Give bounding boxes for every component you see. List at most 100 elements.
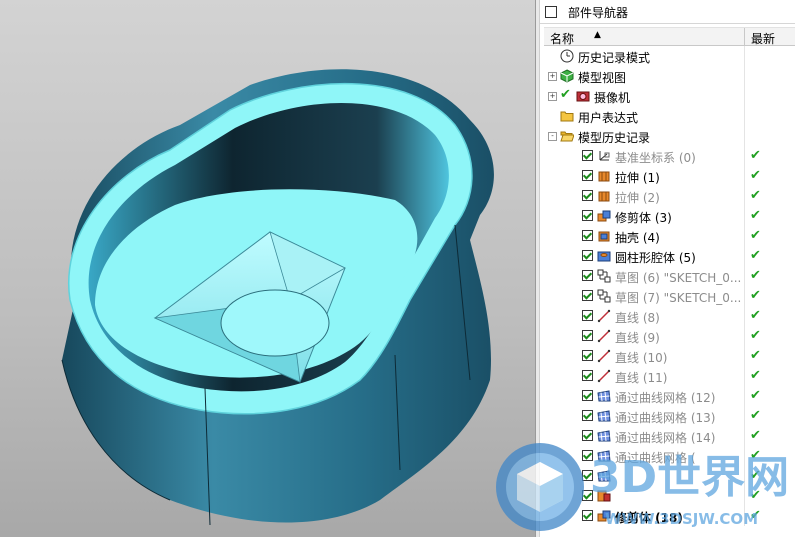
column-divider: [744, 266, 745, 286]
collapse-icon[interactable]: -: [548, 132, 557, 141]
feature-checkbox[interactable]: [582, 250, 593, 261]
feature-checkbox[interactable]: [582, 230, 593, 241]
tree-item-label: 历史记录模式: [578, 51, 651, 65]
tree-row[interactable]: 直线 (9) ✔: [544, 326, 795, 346]
expand-icon[interactable]: +: [548, 72, 557, 81]
tree-item-label: 基准坐标系 (0): [615, 151, 696, 165]
up-to-date-check-icon: ✔: [750, 468, 761, 483]
tree-row[interactable]: 直线 (10) ✔: [544, 346, 795, 366]
line-icon: [597, 309, 611, 323]
up-to-date-check-icon: ✔: [750, 328, 761, 343]
tree-row[interactable]: 通过曲线网格 (✔: [544, 446, 795, 466]
feature-checkbox[interactable]: [582, 490, 593, 501]
feature-checkbox[interactable]: [582, 510, 593, 521]
column-divider: [744, 186, 745, 206]
feature-checkbox[interactable]: [582, 170, 593, 181]
column-separator[interactable]: [744, 28, 745, 46]
tree-row[interactable]: 直线 (11) ✔: [544, 366, 795, 386]
folder-open-icon: [560, 129, 575, 143]
column-divider: [744, 486, 745, 506]
tree-row[interactable]: 抽壳 (4) ✔: [544, 226, 795, 246]
feature-checkbox[interactable]: [582, 390, 593, 401]
tree-row[interactable]: 圆柱形腔体 (5) ✔: [544, 246, 795, 266]
feature-checkbox[interactable]: [582, 370, 593, 381]
column-divider: [744, 126, 745, 146]
folder-icon: [560, 109, 574, 123]
tree-row[interactable]: + ✔ 摄像机: [544, 86, 795, 106]
graphics-viewport[interactable]: [0, 0, 535, 537]
tree-row[interactable]: 修剪体 (18) ✔: [544, 506, 795, 526]
expand-icon[interactable]: +: [548, 92, 557, 101]
feature-checkbox[interactable]: [582, 450, 593, 461]
tree-row[interactable]: ✔: [544, 466, 795, 486]
tree-item-label: 用户表达式: [578, 111, 639, 125]
camera-icon: [576, 89, 590, 103]
3d-model-trimmed-shell[interactable]: [0, 0, 535, 537]
feature-checkbox[interactable]: [582, 350, 593, 361]
tree-item-label: 拉伸 (1): [615, 171, 660, 185]
tree-item-label: 直线 (11): [615, 371, 668, 385]
feature-checkbox[interactable]: [582, 330, 593, 341]
tree-row[interactable]: 修剪体 (3) ✔: [544, 206, 795, 226]
tree-row[interactable]: 用户表达式: [544, 106, 795, 126]
column-divider: [744, 426, 745, 446]
mesh-surface-icon: [597, 449, 611, 463]
feature-checkbox[interactable]: [582, 430, 593, 441]
feature-checkbox[interactable]: [582, 410, 593, 421]
feature-checkbox[interactable]: [582, 470, 593, 481]
up-to-date-check-icon: ✔: [750, 288, 761, 303]
tree-row[interactable]: 拉伸 (2) ✔: [544, 186, 795, 206]
tree-item-label: 草图 (7) "SKETCH_0...: [615, 291, 742, 305]
column-divider: [744, 366, 745, 386]
shell-icon: [597, 229, 611, 243]
feature-checkbox[interactable]: [582, 310, 593, 321]
line-icon: [597, 369, 611, 383]
tree-row[interactable]: - 模型历史记录: [544, 126, 795, 146]
tree-row[interactable]: 草图 (6) "SKETCH_0... ✔: [544, 266, 795, 286]
feature-checkbox[interactable]: [582, 190, 593, 201]
tree-row[interactable]: 通过曲线网格 (13) ✔: [544, 406, 795, 426]
line-icon: [597, 349, 611, 363]
tree-item-label: 直线 (10): [615, 351, 668, 365]
column-divider: [744, 466, 745, 486]
pocket-icon: [597, 249, 611, 263]
tree-row[interactable]: 直线 (8) ✔: [544, 306, 795, 326]
up-to-date-check-icon: ✔: [750, 388, 761, 403]
up-to-date-check-icon: ✔: [750, 208, 761, 223]
tree-row[interactable]: 基准坐标系 (0) ✔: [544, 146, 795, 166]
tree-row[interactable]: 历史记录模式: [544, 46, 795, 66]
feature-checkbox[interactable]: [582, 150, 593, 161]
trim-body-icon: [597, 209, 611, 223]
column-header-name[interactable]: 名称: [550, 30, 574, 47]
checkmark-icon: ✔: [560, 87, 571, 102]
feature-checkbox[interactable]: [582, 270, 593, 281]
model-views-icon: [560, 69, 574, 83]
column-divider: [744, 306, 745, 326]
feature-checkbox[interactable]: [582, 290, 593, 301]
tree-row[interactable]: 通过曲线网格 (14) ✔: [544, 426, 795, 446]
tree-row[interactable]: + 模型视图: [544, 66, 795, 86]
tree-row[interactable]: 通过曲线网格 (12) ✔: [544, 386, 795, 406]
column-divider: [744, 166, 745, 186]
tree-item-label: 圆柱形腔体 (5): [615, 251, 696, 265]
tree-item-label: 模型历史记录: [578, 131, 651, 145]
column-header-latest[interactable]: 最新: [751, 30, 775, 47]
panel-pin-checkbox[interactable]: [545, 6, 557, 18]
tree-item-label: 直线 (9): [615, 331, 660, 345]
column-divider: [744, 86, 745, 106]
tree-item-label: 抽壳 (4): [615, 231, 660, 245]
feature-checkbox[interactable]: [582, 210, 593, 221]
datum-csys-icon: [597, 149, 611, 163]
tree-row[interactable]: ✔: [544, 486, 795, 506]
column-divider: [744, 386, 745, 406]
clock-icon: [560, 49, 574, 63]
tree-row[interactable]: 草图 (7) "SKETCH_0... ✔: [544, 286, 795, 306]
mesh-surface-icon: [597, 469, 611, 483]
up-to-date-check-icon: ✔: [750, 348, 761, 363]
tree-row[interactable]: 拉伸 (1) ✔: [544, 166, 795, 186]
sort-ascending-icon[interactable]: ▲: [594, 30, 601, 40]
up-to-date-check-icon: ✔: [750, 488, 761, 503]
column-divider: [744, 246, 745, 266]
patch-icon: [597, 489, 611, 503]
panel-title: 部件导航器: [568, 6, 629, 20]
